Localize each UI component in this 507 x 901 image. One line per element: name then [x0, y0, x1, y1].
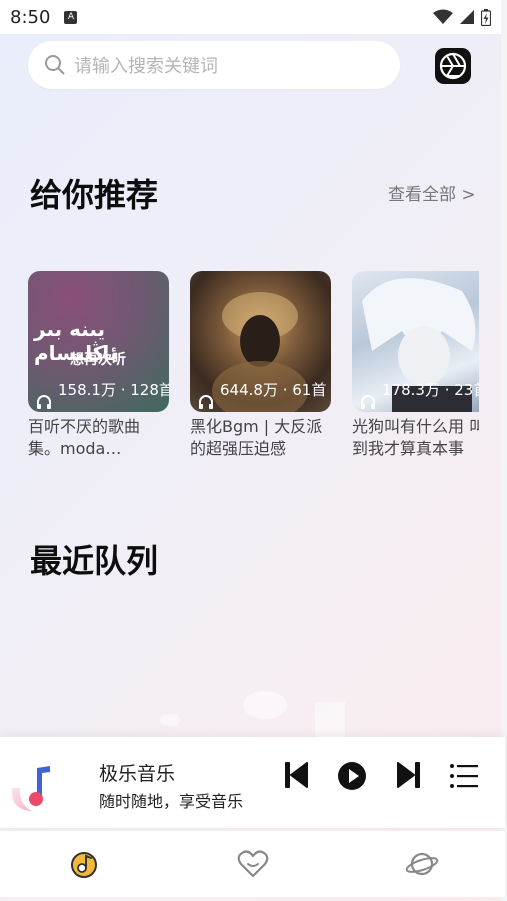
play-count-text: 178.3万 · 23首	[382, 381, 479, 399]
play-count: 644.8万 · 61首	[190, 376, 331, 412]
headphones-icon	[361, 395, 375, 409]
playlist-title: 黑化Bgm | 大反派的超强压迫感	[190, 417, 323, 456]
wifi-icon	[433, 9, 453, 24]
headphones-icon	[37, 395, 51, 409]
status-time: 8:50	[10, 6, 51, 28]
view-all-link[interactable]: 查看全部 >	[388, 180, 476, 205]
mini-player[interactable]: 极乐音乐 随时随地，享受音乐	[0, 737, 505, 828]
next-button[interactable]	[395, 760, 423, 790]
settings-button[interactable]	[435, 48, 471, 84]
playlist-card[interactable]: يىنە بىر ئاڭلىسام 想再次听 158.1万 · 128首 百听不…	[28, 271, 169, 456]
search-icon	[45, 55, 65, 75]
battery-icon	[481, 8, 491, 26]
play-count: 178.3万 · 23首	[352, 376, 479, 412]
heart-icon	[237, 850, 269, 878]
cover-overlay-subtitle: 想再次听	[70, 352, 126, 368]
nav-music[interactable]	[67, 847, 101, 881]
signal-icon	[460, 10, 474, 24]
play-icon	[338, 762, 366, 790]
nav-discover[interactable]	[405, 847, 439, 881]
decorative-clouds	[160, 691, 345, 740]
status-icons	[433, 8, 491, 26]
headphones-icon	[199, 395, 213, 409]
play-count: 158.1万 · 128首	[28, 376, 169, 412]
bottom-navigation	[0, 830, 505, 897]
search-input[interactable]: 请输入搜索关键词	[74, 52, 218, 78]
playlist-queue-button[interactable]	[448, 762, 480, 790]
music-disc-icon	[71, 852, 97, 878]
skip-previous-icon	[285, 762, 308, 788]
playlist-cover: 178.3万 · 23首	[352, 271, 479, 412]
notification-a-icon: A	[64, 10, 78, 24]
play-count-text: 644.8万 · 61首	[220, 381, 327, 399]
planet-icon	[405, 852, 439, 876]
search-bar[interactable]: 请输入搜索关键词	[28, 41, 400, 89]
aperture-icon	[439, 52, 467, 80]
playlist-cover: يىنە بىر ئاڭلىسام 想再次听 158.1万 · 128首	[28, 271, 169, 412]
app-logo-icon	[11, 766, 50, 811]
recent-queue-title: 最近队列	[30, 542, 159, 580]
nav-favorites[interactable]	[236, 847, 270, 881]
status-bar: 8:50 A	[0, 0, 501, 34]
playlist-title: 光狗叫有什么用 叫到我才算真本事	[352, 417, 479, 456]
player-subtitle: 随时随地，享受音乐	[99, 792, 244, 811]
previous-button[interactable]	[282, 760, 310, 790]
play-button[interactable]	[336, 760, 368, 792]
playlist-title: 百听不厌的歌曲集。moda…	[28, 417, 141, 456]
player-title: 极乐音乐	[99, 763, 176, 785]
playlist-card[interactable]: 644.8万 · 61首 黑化Bgm | 大反派的超强压迫感	[190, 271, 331, 456]
queue-list-icon	[450, 764, 478, 788]
playlist-cover: 644.8万 · 61首	[190, 271, 331, 412]
play-count-text: 158.1万 · 128首	[58, 381, 169, 399]
recommend-title: 给你推荐	[30, 176, 159, 214]
skip-next-icon	[397, 762, 420, 788]
playlist-card[interactable]: 178.3万 · 23首 光狗叫有什么用 叫到我才算真本事	[352, 271, 479, 456]
